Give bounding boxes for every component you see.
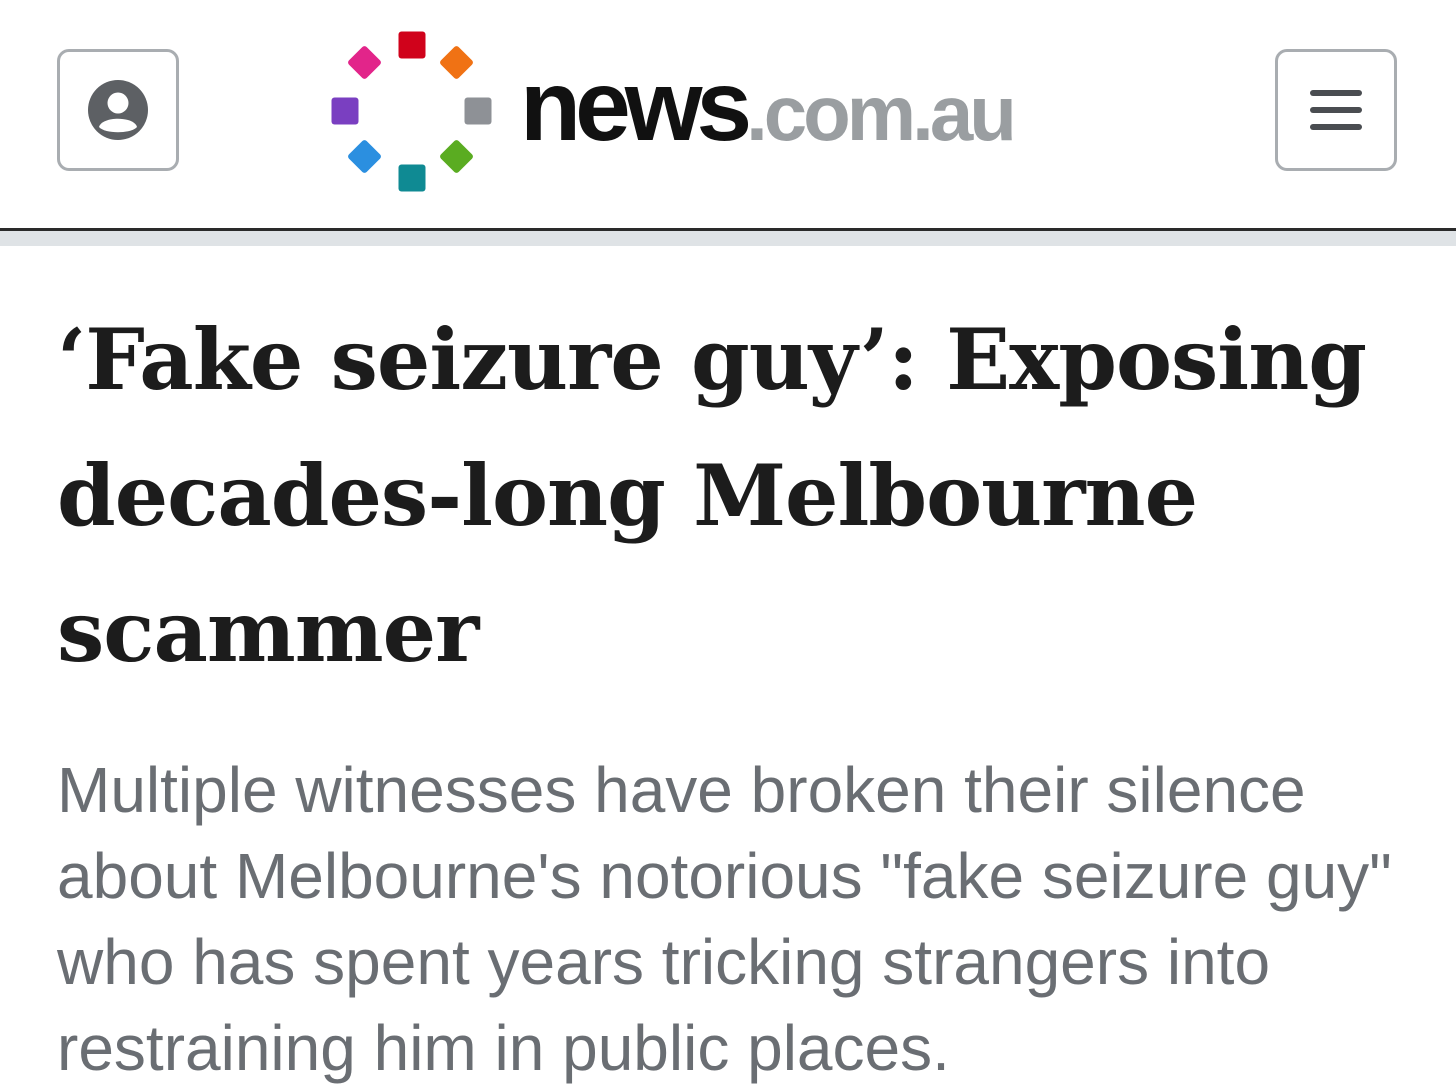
user-circle-icon [88,80,148,140]
logo-dot-blue [348,140,381,173]
hamburger-menu-icon [1310,90,1362,130]
logo-dots-icon [331,31,492,192]
logo-dot-teal [398,164,426,192]
article-standfirst: Multiple witnesses have broken their sil… [57,754,1392,1084]
article-headline: ‘Fake seizure guy’: Exposing decades-lon… [57,310,1367,681]
logo-dot-purple [331,97,359,125]
logo-dot-gray [464,97,492,125]
logo-domain-text: .com.au [746,68,1017,157]
logo-dot-orange [440,46,473,79]
logo-wordmark: news.com.au [520,56,1017,157]
account-button[interactable] [57,49,179,171]
header-shadow-bar [0,231,1456,246]
logo-dot-red [398,31,426,59]
logo-brand-text: news [520,49,752,162]
logo-dot-green [440,140,473,173]
site-header: news.com.au [0,0,1456,228]
menu-button[interactable] [1275,49,1397,171]
news-logo[interactable]: news.com.au [330,30,1017,195]
logo-dot-magenta [348,46,381,79]
